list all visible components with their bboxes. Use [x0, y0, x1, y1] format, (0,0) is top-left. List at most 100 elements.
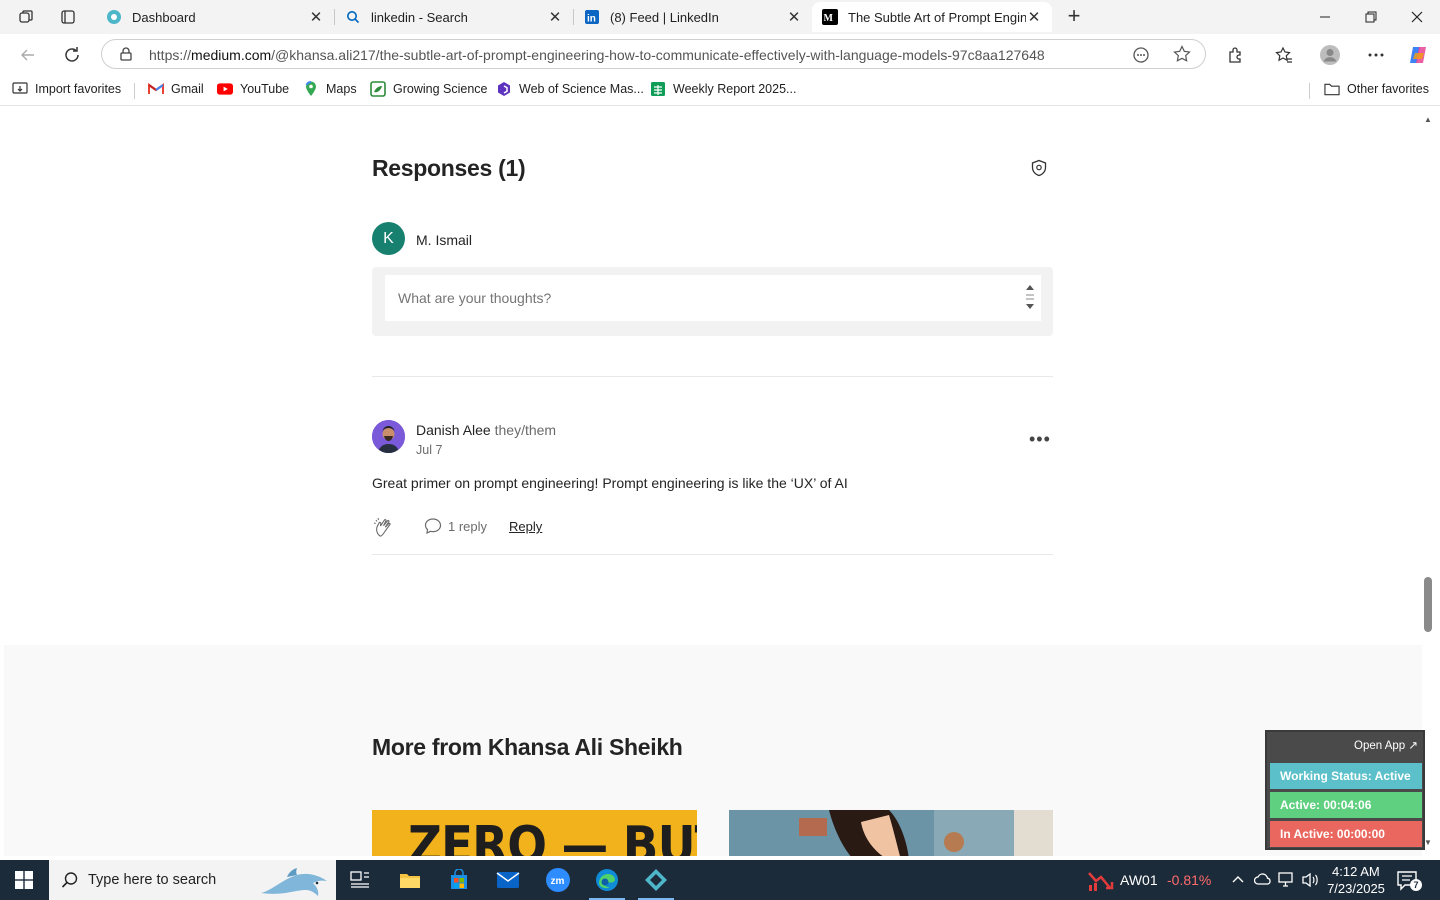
task-view-icon[interactable] — [336, 860, 384, 900]
response-input[interactable] — [385, 275, 1041, 321]
navigation-bar: https://medium.com/@khansa.ali217/the-su… — [0, 34, 1440, 74]
working-status: Working Status: Active — [1270, 763, 1422, 789]
author-pronouns: they/them — [494, 422, 557, 438]
read-aloud-icon[interactable] — [1132, 46, 1150, 69]
zoom-icon[interactable]: zm — [534, 860, 582, 900]
reply-button[interactable]: Reply — [509, 519, 542, 534]
tab-linkedin-search[interactable]: linkedin - Search ✕ — [335, 2, 573, 32]
new-tab-button[interactable]: + — [1062, 3, 1086, 28]
stock-change: -0.81% — [1167, 872, 1212, 888]
more-from-section — [4, 645, 1422, 856]
tab-title: The Subtle Art of Prompt Enginee — [848, 9, 1026, 25]
close-tab-icon[interactable]: ✕ — [1026, 9, 1042, 26]
favorite-web-of-science[interactable]: Web of Science Mas... — [496, 81, 644, 97]
more-from-title: More from Khansa Ali Sheikh — [372, 734, 683, 760]
search-icon — [345, 9, 361, 25]
gmail-icon — [148, 81, 164, 97]
favorite-gmail[interactable]: Gmail — [148, 81, 204, 97]
shield-icon[interactable] — [1030, 159, 1048, 182]
notification-count: 7 — [1410, 879, 1422, 891]
taskbar: Type here to search zm AW01 -0.81% 4:12 … — [0, 860, 1440, 900]
refresh-button[interactable] — [58, 41, 86, 69]
profile-avatar[interactable] — [1316, 41, 1344, 69]
favorites-icon[interactable] — [1270, 41, 1298, 69]
sheets-icon — [650, 81, 666, 97]
tab-title: linkedin - Search — [371, 9, 468, 25]
mail-icon[interactable] — [484, 860, 532, 900]
divider — [372, 554, 1053, 555]
search-placeholder: Type here to search — [88, 872, 217, 888]
url-text: https://medium.com/@khansa.ali217/the-su… — [149, 47, 1045, 63]
close-window-button[interactable] — [1394, 0, 1440, 34]
stock-symbol[interactable]: AW01 — [1120, 872, 1158, 888]
copilot-icon[interactable] — [1404, 41, 1432, 69]
stock-chart-icon[interactable] — [1088, 870, 1114, 897]
divider — [372, 376, 1053, 377]
favorite-growing-science[interactable]: Growing Science — [370, 81, 488, 97]
comment-author[interactable]: Danish Alee they/them — [416, 422, 556, 438]
close-tab-icon[interactable]: ✕ — [308, 9, 324, 26]
search-highlight-dolphin-icon — [257, 863, 335, 900]
search-icon — [61, 871, 79, 894]
clock-time[interactable]: 4:12 AM — [1332, 864, 1380, 879]
microsoft-store-icon[interactable] — [435, 860, 483, 900]
avatar[interactable] — [372, 420, 405, 453]
svg-text:M: M — [824, 13, 834, 24]
onedrive-icon[interactable] — [1253, 872, 1272, 891]
taskbar-search[interactable]: Type here to search — [49, 860, 336, 900]
site-info-icon[interactable] — [118, 46, 134, 67]
favorite-maps[interactable]: Maps — [303, 81, 357, 97]
page-content: Responses (1) K M. Ismail Danish Alee th… — [4, 107, 1422, 856]
clock-date[interactable]: 7/23/2025 — [1326, 881, 1386, 896]
linkedin-icon: in — [584, 9, 600, 25]
show-hidden-icons-icon[interactable] — [1231, 872, 1245, 891]
article-card-thumbnail[interactable] — [729, 810, 1053, 856]
folder-icon — [1324, 81, 1340, 97]
edge-browser-icon[interactable] — [583, 860, 631, 900]
more-options-button[interactable]: ••• — [1029, 429, 1051, 450]
responses-title: Responses (1) — [372, 155, 526, 181]
open-app-button[interactable]: Open App ↗ — [1354, 738, 1418, 752]
time-tracker-app-icon[interactable] — [632, 860, 680, 900]
comment-icon[interactable] — [424, 517, 442, 540]
thumbnail-text: ZERO — BUT — [408, 816, 697, 856]
response-composer — [372, 267, 1053, 336]
close-tab-icon[interactable]: ✕ — [786, 9, 802, 26]
other-favorites[interactable]: Other favorites — [1324, 81, 1429, 97]
reply-count[interactable]: 1 reply — [448, 519, 487, 534]
inactive-timer: In Active: 00:00:00 — [1270, 821, 1422, 847]
address-bar[interactable]: https://medium.com/@khansa.ali217/the-su… — [101, 39, 1206, 69]
growing-science-icon — [370, 81, 386, 97]
close-tab-icon[interactable]: ✕ — [547, 9, 563, 26]
maps-icon — [303, 81, 319, 97]
favorite-star-icon[interactable] — [1173, 45, 1191, 68]
file-explorer-icon[interactable] — [386, 860, 434, 900]
workspaces-icon[interactable] — [13, 4, 39, 30]
network-icon[interactable] — [1278, 872, 1296, 893]
notifications-icon[interactable]: 7 — [1396, 870, 1422, 897]
clap-icon[interactable] — [373, 516, 395, 543]
time-tracker-widget: Open App ↗ Working Status: Active Active… — [1265, 730, 1425, 850]
settings-menu-icon[interactable] — [1362, 41, 1390, 69]
avatar: K — [372, 222, 405, 255]
svg-text:in: in — [587, 14, 596, 25]
favorite-youtube[interactable]: YouTube — [217, 81, 289, 97]
tab-medium-article[interactable]: M The Subtle Art of Prompt Enginee ✕ — [812, 2, 1052, 32]
favorite-import[interactable]: Import favorites — [12, 81, 121, 97]
scrollbar-thumb[interactable] — [1424, 577, 1432, 632]
youtube-icon — [217, 81, 233, 97]
extensions-icon[interactable] — [1221, 41, 1249, 69]
svg-text:zm: zm — [551, 876, 565, 887]
back-button[interactable] — [14, 41, 42, 69]
favorite-weekly-report[interactable]: Weekly Report 2025... — [650, 81, 796, 97]
tab-dashboard[interactable]: Dashboard ✕ — [96, 2, 334, 32]
volume-icon[interactable] — [1301, 872, 1319, 893]
tab-linkedin-feed[interactable]: in (8) Feed | LinkedIn ✕ — [574, 2, 812, 32]
scroll-up-icon[interactable]: ▲ — [1422, 115, 1434, 124]
article-card-thumbnail[interactable]: ZERO — BUT — [372, 810, 697, 856]
restore-button[interactable] — [1348, 0, 1394, 34]
minimize-button[interactable] — [1302, 0, 1348, 34]
start-button[interactable] — [0, 860, 48, 900]
tab-actions-icon[interactable] — [55, 4, 81, 30]
resize-stepper-icon[interactable] — [1025, 282, 1035, 312]
